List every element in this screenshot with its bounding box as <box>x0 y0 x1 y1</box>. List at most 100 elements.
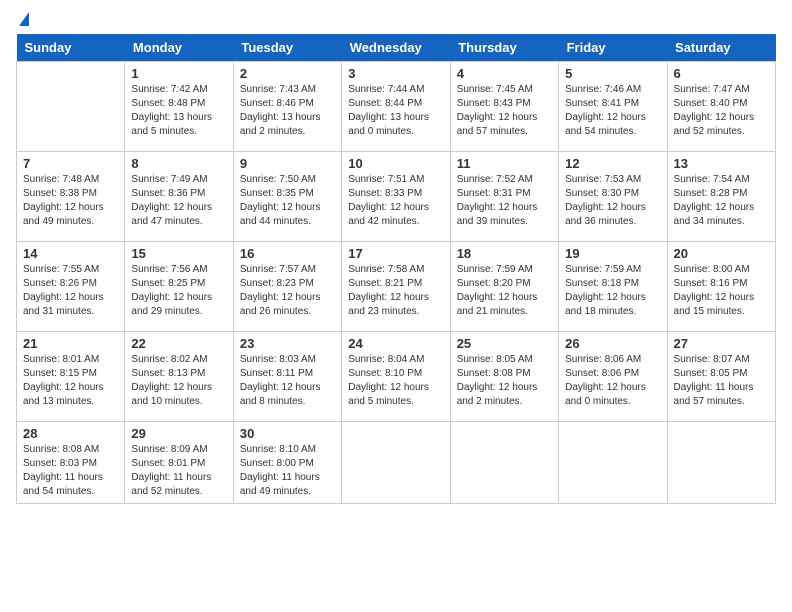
day-info: Sunrise: 8:10 AMSunset: 8:00 PMDaylight:… <box>240 443 335 499</box>
day-info: Sunrise: 8:05 AMSunset: 8:08 PMDaylight:… <box>457 353 552 409</box>
calendar-cell: 16 Sunrise: 7:57 AMSunset: 8:23 PMDayligh… <box>233 242 341 332</box>
day-number: 26 <box>565 336 660 351</box>
day-number: 14 <box>23 246 118 261</box>
calendar-body: 1 Sunrise: 7:42 AMSunset: 8:48 PMDaylight… <box>17 62 776 504</box>
week-row-0: 1 Sunrise: 7:42 AMSunset: 8:48 PMDaylight… <box>17 62 776 152</box>
day-number: 17 <box>348 246 443 261</box>
calendar-cell: 11Sunrise: 7:52 AMSunset: 8:31 PMDayligh… <box>450 152 558 242</box>
calendar-cell <box>17 62 125 152</box>
calendar-cell: 25 Sunrise: 8:05 AMSunset: 8:08 PMDayligh… <box>450 332 558 422</box>
calendar-cell: 19 Sunrise: 7:59 AMSunset: 8:18 PMDayligh… <box>559 242 667 332</box>
day-number: 11 <box>457 156 552 171</box>
calendar-cell: 13 Sunrise: 7:54 AMSunset: 8:28 PMDayligh… <box>667 152 775 242</box>
calendar-cell: 15 Sunrise: 7:56 AMSunset: 8:25 PMDayligh… <box>125 242 233 332</box>
calendar-cell: 7Sunrise: 7:48 AMSunset: 8:38 PMDaylight… <box>17 152 125 242</box>
day-info: Sunrise: 7:46 AMSunset: 8:41 PMDaylight:… <box>565 83 660 139</box>
calendar-cell: 26 Sunrise: 8:06 AMSunset: 8:06 PMDayligh… <box>559 332 667 422</box>
day-number: 22 <box>131 336 226 351</box>
day-number: 16 <box>240 246 335 261</box>
calendar-cell: 24 Sunrise: 8:04 AMSunset: 8:10 PMDayligh… <box>342 332 450 422</box>
day-info: Sunrise: 7:58 AMSunset: 8:21 PMDaylight:… <box>348 263 443 319</box>
header-row: SundayMondayTuesdayWednesdayThursdayFrid… <box>17 34 776 62</box>
calendar-cell: 3 Sunrise: 7:44 AMSunset: 8:44 PMDaylight… <box>342 62 450 152</box>
day-info: Sunrise: 7:43 AMSunset: 8:46 PMDaylight:… <box>240 83 335 139</box>
day-info: Sunrise: 7:49 AMSunset: 8:36 PMDaylight:… <box>131 173 226 229</box>
day-number: 20 <box>674 246 769 261</box>
week-row-4: 28 Sunrise: 8:08 AMSunset: 8:03 PMDayligh… <box>17 422 776 504</box>
day-number: 15 <box>131 246 226 261</box>
page-header <box>16 16 776 26</box>
day-number: 19 <box>565 246 660 261</box>
day-info: Sunrise: 8:03 AMSunset: 8:11 PMDaylight:… <box>240 353 335 409</box>
day-info: Sunrise: 8:01 AMSunset: 8:15 PMDaylight:… <box>23 353 118 409</box>
day-number: 29 <box>131 426 226 441</box>
day-number: 24 <box>348 336 443 351</box>
day-info: Sunrise: 7:53 AMSunset: 8:30 PMDaylight:… <box>565 173 660 229</box>
calendar-cell: 27 Sunrise: 8:07 AMSunset: 8:05 PMDayligh… <box>667 332 775 422</box>
day-info: Sunrise: 8:07 AMSunset: 8:05 PMDaylight:… <box>674 353 769 409</box>
day-header-sunday: Sunday <box>17 34 125 62</box>
calendar-cell: 10 Sunrise: 7:51 AMSunset: 8:33 PMDayligh… <box>342 152 450 242</box>
week-row-2: 14 Sunrise: 7:55 AMSunset: 8:26 PMDayligh… <box>17 242 776 332</box>
calendar-cell <box>342 422 450 504</box>
day-info: Sunrise: 7:44 AMSunset: 8:44 PMDaylight:… <box>348 83 443 139</box>
calendar-cell: 17 Sunrise: 7:58 AMSunset: 8:21 PMDayligh… <box>342 242 450 332</box>
day-info: Sunrise: 8:08 AMSunset: 8:03 PMDaylight:… <box>23 443 118 499</box>
calendar-cell <box>559 422 667 504</box>
calendar-cell: 12 Sunrise: 7:53 AMSunset: 8:30 PMDayligh… <box>559 152 667 242</box>
day-number: 8 <box>131 156 226 171</box>
day-number: 21 <box>23 336 118 351</box>
day-number: 7 <box>23 156 118 171</box>
day-info: Sunrise: 7:51 AMSunset: 8:33 PMDaylight:… <box>348 173 443 229</box>
day-number: 28 <box>23 426 118 441</box>
day-info: Sunrise: 7:55 AMSunset: 8:26 PMDaylight:… <box>23 263 118 319</box>
day-info: Sunrise: 8:09 AMSunset: 8:01 PMDaylight:… <box>131 443 226 499</box>
calendar-cell: 8 Sunrise: 7:49 AMSunset: 8:36 PMDaylight… <box>125 152 233 242</box>
day-number: 9 <box>240 156 335 171</box>
day-number: 3 <box>348 66 443 81</box>
calendar-cell: 22Sunrise: 8:02 AMSunset: 8:13 PMDayligh… <box>125 332 233 422</box>
calendar-header: SundayMondayTuesdayWednesdayThursdayFrid… <box>17 34 776 62</box>
day-info: Sunrise: 7:56 AMSunset: 8:25 PMDaylight:… <box>131 263 226 319</box>
day-number: 27 <box>674 336 769 351</box>
day-info: Sunrise: 7:59 AMSunset: 8:18 PMDaylight:… <box>565 263 660 319</box>
day-number: 5 <box>565 66 660 81</box>
day-header-wednesday: Wednesday <box>342 34 450 62</box>
week-row-1: 7Sunrise: 7:48 AMSunset: 8:38 PMDaylight… <box>17 152 776 242</box>
day-info: Sunrise: 7:50 AMSunset: 8:35 PMDaylight:… <box>240 173 335 229</box>
day-number: 2 <box>240 66 335 81</box>
calendar-cell: 2 Sunrise: 7:43 AMSunset: 8:46 PMDaylight… <box>233 62 341 152</box>
day-header-tuesday: Tuesday <box>233 34 341 62</box>
day-number: 10 <box>348 156 443 171</box>
day-info: Sunrise: 7:59 AMSunset: 8:20 PMDaylight:… <box>457 263 552 319</box>
day-info: Sunrise: 7:57 AMSunset: 8:23 PMDaylight:… <box>240 263 335 319</box>
day-number: 12 <box>565 156 660 171</box>
day-header-friday: Friday <box>559 34 667 62</box>
day-info: Sunrise: 7:54 AMSunset: 8:28 PMDaylight:… <box>674 173 769 229</box>
day-info: Sunrise: 7:47 AMSunset: 8:40 PMDaylight:… <box>674 83 769 139</box>
day-number: 18 <box>457 246 552 261</box>
calendar-cell: 21 Sunrise: 8:01 AMSunset: 8:15 PMDayligh… <box>17 332 125 422</box>
calendar-cell: 23 Sunrise: 8:03 AMSunset: 8:11 PMDayligh… <box>233 332 341 422</box>
day-number: 25 <box>457 336 552 351</box>
day-number: 4 <box>457 66 552 81</box>
day-number: 30 <box>240 426 335 441</box>
logo <box>16 16 29 26</box>
calendar-cell: 18 Sunrise: 7:59 AMSunset: 8:20 PMDayligh… <box>450 242 558 332</box>
day-number: 13 <box>674 156 769 171</box>
calendar-cell <box>667 422 775 504</box>
calendar-cell: 6 Sunrise: 7:47 AMSunset: 8:40 PMDaylight… <box>667 62 775 152</box>
calendar-cell: 28 Sunrise: 8:08 AMSunset: 8:03 PMDayligh… <box>17 422 125 504</box>
day-number: 6 <box>674 66 769 81</box>
day-number: 1 <box>131 66 226 81</box>
calendar-cell: 5 Sunrise: 7:46 AMSunset: 8:41 PMDaylight… <box>559 62 667 152</box>
week-row-3: 21 Sunrise: 8:01 AMSunset: 8:15 PMDayligh… <box>17 332 776 422</box>
calendar-cell: 14 Sunrise: 7:55 AMSunset: 8:26 PMDayligh… <box>17 242 125 332</box>
calendar-cell: 9 Sunrise: 7:50 AMSunset: 8:35 PMDaylight… <box>233 152 341 242</box>
day-number: 23 <box>240 336 335 351</box>
calendar-table: SundayMondayTuesdayWednesdayThursdayFrid… <box>16 34 776 504</box>
day-info: Sunrise: 8:06 AMSunset: 8:06 PMDaylight:… <box>565 353 660 409</box>
day-info: Sunrise: 7:42 AMSunset: 8:48 PMDaylight:… <box>131 83 226 139</box>
day-info: Sunrise: 7:45 AMSunset: 8:43 PMDaylight:… <box>457 83 552 139</box>
day-info: Sunrise: 8:04 AMSunset: 8:10 PMDaylight:… <box>348 353 443 409</box>
